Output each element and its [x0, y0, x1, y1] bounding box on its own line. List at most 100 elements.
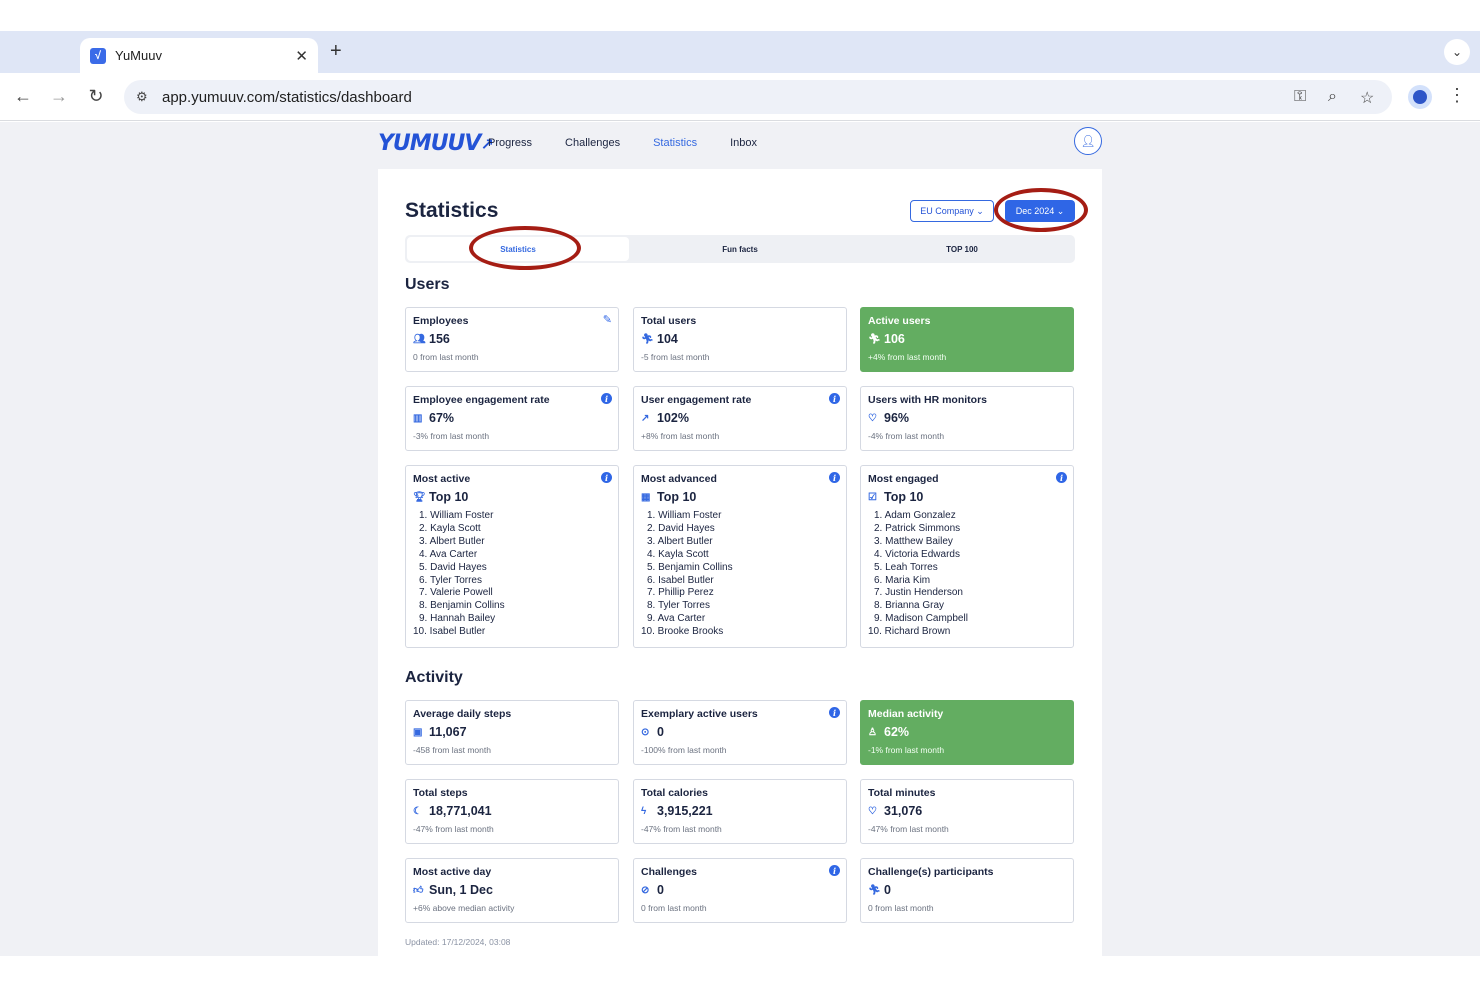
nav-inbox[interactable]: Inbox [730, 137, 757, 149]
browser-tab-bar: √ YuMuuv ✕ + ⌄ [0, 31, 1480, 73]
card-value: 106 [884, 332, 905, 346]
card-change: 0 from last month [868, 903, 934, 913]
info-icon[interactable]: i [829, 865, 840, 876]
card-change: -3% from last month [413, 431, 490, 441]
nav-statistics[interactable]: Statistics [653, 137, 697, 149]
total-calories-card: Total calories ϟ 3,915,221 -47% from last… [633, 779, 847, 844]
card-title: Challenge(s) participants [868, 866, 994, 878]
bookmark-star-icon[interactable]: ☆ [1360, 88, 1374, 108]
browser-tab[interactable]: √ YuMuuv ✕ [80, 38, 318, 73]
statistics-panel: Statistics EU Company ⌄ Dec 2024 ⌄ Stati… [378, 169, 1102, 956]
tab-fun-facts[interactable]: Fun facts [629, 237, 851, 261]
list-item: 8. Benjamin Collins [419, 600, 505, 612]
card-value: 3,915,221 [657, 804, 713, 818]
calendar-icon: ▣ [413, 726, 423, 738]
card-title: Most active day [413, 866, 492, 878]
user-engagement-card: User engagement rate i ↗ 102% +8% from la… [633, 386, 847, 451]
tab-top-100[interactable]: TOP 100 [851, 237, 1073, 261]
info-icon[interactable]: i [829, 393, 840, 404]
window-top-strip [0, 0, 1480, 31]
info-icon[interactable]: i [1056, 472, 1067, 483]
forward-arrow-icon[interactable]: → [48, 86, 70, 107]
runner-icon: 🏃︎ [868, 333, 881, 345]
challenges-card: Challenges i ⊘ 0 0 from last month [633, 858, 847, 923]
list-item: 7. Valerie Powell [419, 587, 493, 599]
new-tab-icon[interactable]: + [330, 40, 342, 63]
card-value: 18,771,041 [429, 804, 492, 818]
browser-menu-icon[interactable]: ⋮ [1448, 85, 1466, 106]
employees-card[interactable]: Employees ✎ 👥︎ 156 0 from last month [405, 307, 619, 372]
password-key-icon[interactable]: ⚿ [1294, 88, 1306, 106]
browser-toolbar: ← → ↻ ⚙ app.yumuuv.com/statistics/dashbo… [0, 73, 1480, 121]
reload-icon[interactable]: ↻ [85, 86, 107, 107]
card-title: Total calories [641, 787, 708, 799]
heart-icon: ♡ [868, 412, 877, 424]
card-change: -4% from last month [868, 431, 945, 441]
thumbs-up-icon: 👍︎ [413, 885, 424, 896]
list-item: 4. Ava Carter [419, 548, 478, 560]
card-title: Most engaged [868, 473, 939, 485]
bottom-strip [0, 956, 1480, 987]
list-item: 4. Kayla Scott [647, 548, 709, 560]
card-value: 104 [657, 332, 678, 346]
card-value: 0 [884, 883, 891, 897]
tab-search-chevron-icon[interactable]: ⌄ [1444, 39, 1470, 65]
list-item: 8. Brianna Gray [874, 600, 945, 612]
site-settings-icon[interactable]: ⚙ [136, 89, 154, 105]
average-daily-steps-card: Average daily steps ▣ 11,067 -458 from la… [405, 700, 619, 765]
address-bar[interactable]: ⚙ app.yumuuv.com/statistics/dashboard ⚿ … [124, 80, 1392, 114]
card-title: Challenges [641, 866, 698, 878]
info-icon[interactable]: i [829, 472, 840, 483]
activity-icon: ♙ [868, 726, 877, 738]
profile-avatar-icon[interactable] [1408, 85, 1432, 109]
tab-statistics[interactable]: Statistics [407, 237, 629, 261]
info-icon[interactable]: i [829, 707, 840, 718]
card-title: Active users [868, 315, 931, 327]
card-title: Most advanced [641, 473, 717, 485]
info-icon[interactable]: i [601, 472, 612, 483]
card-change: -47% from last month [641, 824, 722, 834]
list-item: 9. Ava Carter [647, 613, 706, 625]
card-change: +8% from last month [641, 431, 720, 441]
nav-progress[interactable]: Progress [488, 137, 532, 149]
check-circle-icon: ⊘ [641, 884, 650, 896]
most-active-day-card: Most active day 👍︎ Sun, 1 Dec +6% above m… [405, 858, 619, 923]
card-title: Exemplary active users [641, 708, 758, 720]
list-item: 1. William Foster [419, 510, 494, 521]
list-item: 1. William Foster [647, 510, 722, 521]
card-value: 62% [884, 725, 910, 739]
list-item: 3. Matthew Bailey [874, 535, 953, 547]
card-change: +4% from last month [868, 352, 947, 362]
edit-icon[interactable]: ✎ [603, 313, 612, 326]
bar-chart-icon: ▥ [413, 412, 423, 424]
month-label: Dec 2024 [1015, 206, 1055, 216]
footprint-icon: ☾ [413, 805, 422, 817]
zoom-icon[interactable]: ⌕ [1328, 88, 1337, 106]
user-account-icon[interactable]: 👤︎ [1074, 127, 1102, 155]
total-users-card: Total users 🏃︎ 104 -5 from last month [633, 307, 847, 372]
card-change: 0 from last month [413, 352, 479, 362]
trophy-icon: 🏆︎ [413, 491, 426, 503]
card-change: -5 from last month [641, 352, 710, 362]
chevron-down-icon: ⌄ [1056, 205, 1065, 216]
card-title: Median activity [868, 708, 944, 720]
list-item: 4. Victoria Edwards [874, 548, 960, 560]
list-item: 8. Tyler Torres [647, 600, 710, 612]
card-title: Users with HR monitors [868, 394, 988, 406]
nav-challenges[interactable]: Challenges [565, 137, 620, 149]
hr-monitors-card: Users with HR monitors ♡ 96% -4% from las… [860, 386, 1074, 451]
company-select[interactable]: EU Company ⌄ [910, 200, 994, 222]
close-tab-icon[interactable]: ✕ [295, 47, 308, 65]
most-engaged-card: Most engaged i ☑ Top 10 1. Adam Gonzalez … [860, 465, 1074, 648]
card-change: -1% from last month [868, 745, 945, 755]
list-item: 5. Benjamin Collins [647, 561, 733, 573]
month-select[interactable]: Dec 2024 ⌄ [1005, 200, 1075, 222]
yumuuv-logo[interactable]: YUMUUV↗ [378, 131, 494, 156]
back-arrow-icon[interactable]: ← [12, 86, 34, 107]
card-value: Top 10 [884, 490, 924, 504]
info-icon[interactable]: i [601, 393, 612, 404]
card-value: 11,067 [429, 725, 467, 739]
most-active-card: Most active i 🏆︎ Top 10 1. William Foster… [405, 465, 619, 648]
trend-up-icon: ↗ [641, 412, 650, 424]
exemplary-active-users-card: Exemplary active users i ⊙ 0 -100% from l… [633, 700, 847, 765]
